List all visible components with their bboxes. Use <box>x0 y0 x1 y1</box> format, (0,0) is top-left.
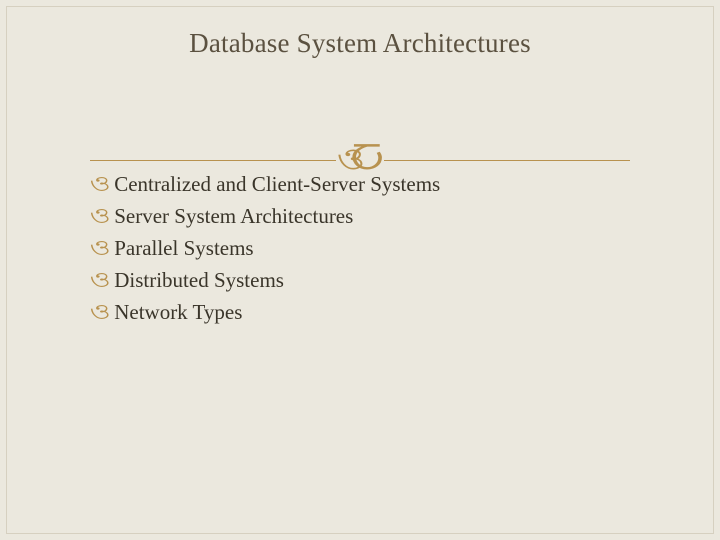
list-item: ও Centralized and Client-Server Systems <box>92 168 660 200</box>
bullet-text: Parallel Systems <box>114 233 253 263</box>
bullet-text: Server System Architectures <box>114 201 353 231</box>
bullet-icon: ও <box>90 168 111 200</box>
list-item: ও Network Types <box>92 296 660 328</box>
list-item: ও Server System Architectures <box>92 200 660 232</box>
divider-line-right <box>384 160 630 161</box>
slide-title: Database System Architectures <box>0 28 720 59</box>
bullet-list: ও Centralized and Client-Server Systems … <box>92 168 660 327</box>
bullet-icon: ও <box>90 232 111 264</box>
list-item: ও Distributed Systems <box>92 264 660 296</box>
bullet-text: Network Types <box>114 297 242 327</box>
bullet-icon: ও <box>90 264 111 296</box>
bullet-text: Distributed Systems <box>114 265 284 295</box>
bullet-text: Centralized and Client-Server Systems <box>114 169 440 199</box>
list-item: ও Parallel Systems <box>92 232 660 264</box>
divider-line-left <box>90 160 336 161</box>
bullet-icon: ও <box>90 200 111 232</box>
bullet-icon: ও <box>90 296 111 328</box>
